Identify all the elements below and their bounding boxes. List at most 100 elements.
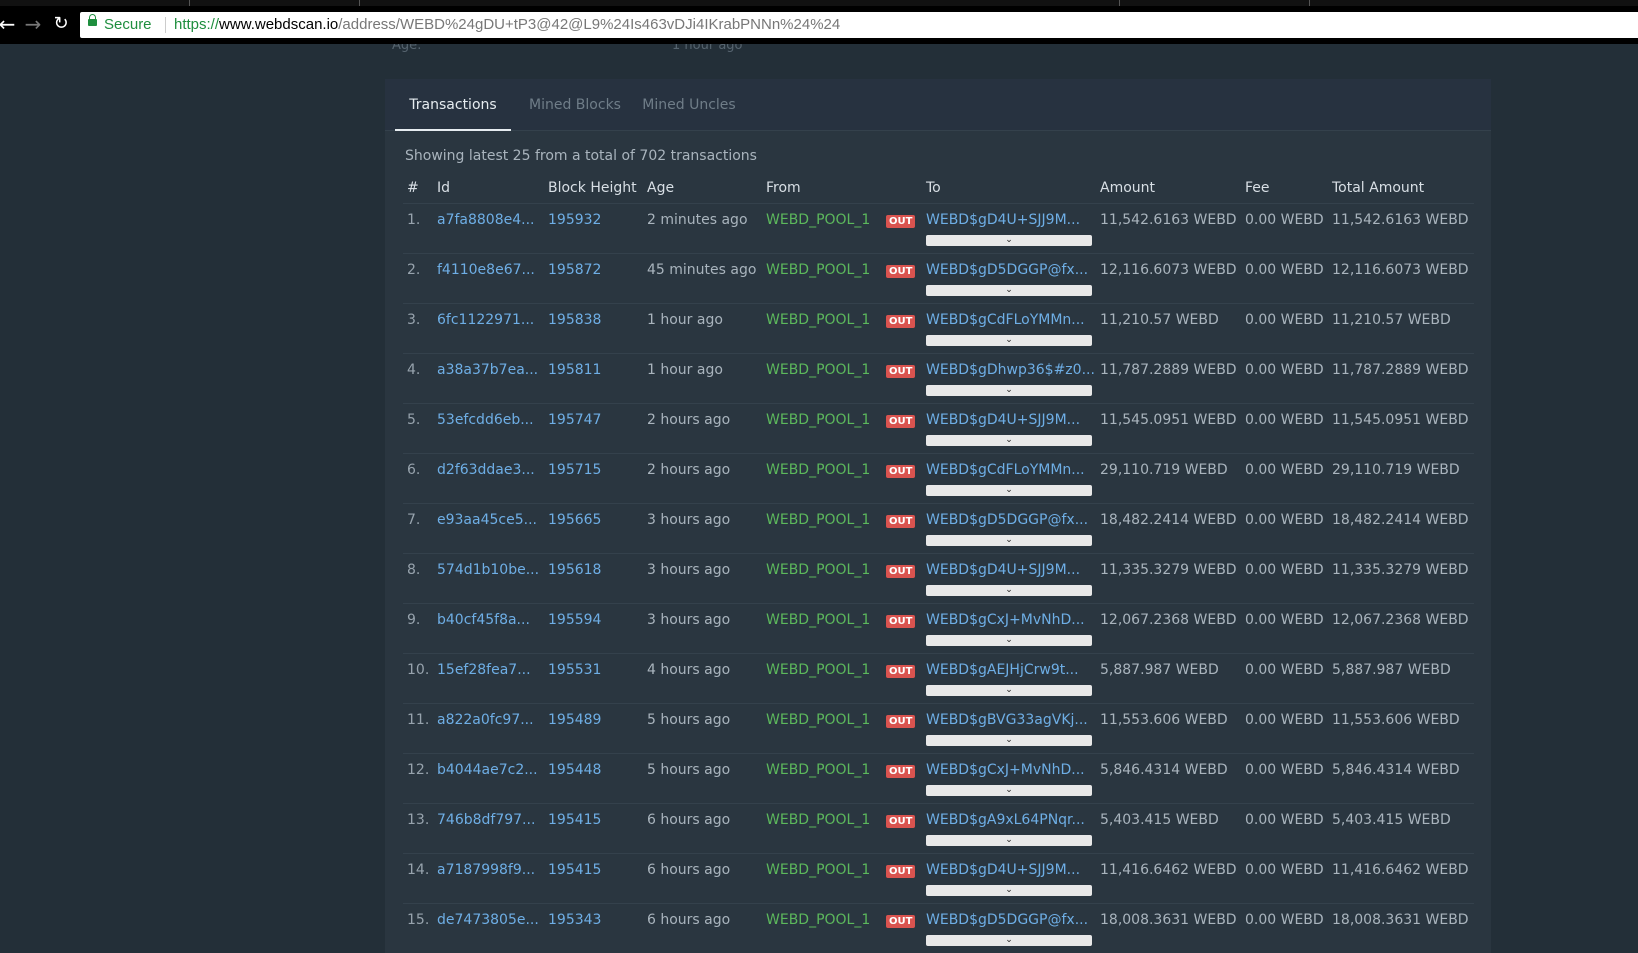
to-address-link[interactable]: WEBD$gD4U+SJJ9M...: [926, 212, 1080, 228]
transaction-id-link[interactable]: a7187998f9...: [437, 862, 535, 878]
from-address[interactable]: WEBD_POOL_1: [766, 262, 870, 278]
chevron-down-icon: ⌄: [1005, 834, 1013, 845]
transaction-id-link[interactable]: 746b8df797...: [437, 812, 535, 828]
forward-arrow-icon[interactable]: →: [22, 12, 44, 36]
from-address[interactable]: WEBD_POOL_1: [766, 462, 870, 478]
table-header-row: # Id Block Height Age From To Amount Fee…: [403, 173, 1474, 204]
block-height-link[interactable]: 195415: [548, 812, 601, 828]
to-address-link[interactable]: WEBD$gD4U+SJJ9M...: [926, 562, 1080, 578]
to-address-link[interactable]: WEBD$gD5DGGP@fx...: [926, 512, 1088, 528]
transaction-id-link[interactable]: 574d1b10be...: [437, 562, 539, 578]
to-address-link[interactable]: WEBD$gA9xL64PNqr...: [926, 812, 1085, 828]
transaction-id-link[interactable]: a38a37b7ea...: [437, 362, 538, 378]
to-address-link[interactable]: WEBD$gD5DGGP@fx...: [926, 912, 1088, 928]
expand-recipients-button[interactable]: ⌄: [926, 534, 1092, 546]
table-row: 9. b40cf45f8a... 195594 3 hours ago WEBD_POO…: [403, 603, 1474, 654]
expand-recipients-button[interactable]: ⌄: [926, 334, 1092, 346]
block-height-link[interactable]: 195747: [548, 412, 601, 428]
from-address[interactable]: WEBD_POOL_1: [766, 662, 870, 678]
transaction-id-link[interactable]: e93aa45ce5...: [437, 512, 537, 528]
to-address-link[interactable]: WEBD$gCxJ+MvNhD...: [926, 612, 1085, 628]
from-address[interactable]: WEBD_POOL_1: [766, 412, 870, 428]
to-address-link[interactable]: WEBD$gD4U+SJJ9M...: [926, 412, 1080, 428]
from-address[interactable]: WEBD_POOL_1: [766, 912, 870, 928]
tab-mined-uncles[interactable]: Mined Uncles: [639, 79, 739, 131]
block-height-link[interactable]: 195531: [548, 662, 601, 678]
block-height-link[interactable]: 195715: [548, 462, 601, 478]
expand-recipients-button[interactable]: ⌄: [926, 884, 1092, 896]
block-height-link[interactable]: 195415: [548, 862, 601, 878]
amount: 12,067.2368 WEBD: [1096, 603, 1241, 654]
from-address[interactable]: WEBD_POOL_1: [766, 862, 870, 878]
from-address[interactable]: WEBD_POOL_1: [766, 212, 870, 228]
block-height-link[interactable]: 195489: [548, 712, 601, 728]
reload-icon[interactable]: ↻: [50, 12, 72, 36]
from-address[interactable]: WEBD_POOL_1: [766, 312, 870, 328]
row-index: 4.: [403, 353, 433, 404]
transaction-id-link[interactable]: a822a0fc97...: [437, 712, 534, 728]
block-height-link[interactable]: 195811: [548, 362, 601, 378]
from-address[interactable]: WEBD_POOL_1: [766, 362, 870, 378]
transaction-id-link[interactable]: b40cf45f8a...: [437, 612, 530, 628]
transaction-id-link[interactable]: a7fa8808e4...: [437, 212, 535, 228]
block-height-link[interactable]: 195343: [548, 912, 601, 928]
block-height-link[interactable]: 195838: [548, 312, 601, 328]
expand-recipients-button[interactable]: ⌄: [926, 834, 1092, 846]
expand-recipients-button[interactable]: ⌄: [926, 784, 1092, 796]
block-height-link[interactable]: 195872: [548, 262, 601, 278]
table-row: 2. f4110e8e67... 195872 45 minutes ago WEBD_…: [403, 253, 1474, 304]
tab-transactions[interactable]: Transactions: [395, 79, 511, 131]
from-address[interactable]: WEBD_POOL_1: [766, 512, 870, 528]
row-index: 15.: [403, 903, 433, 953]
chevron-down-icon: ⌄: [1005, 784, 1013, 795]
expand-recipients-button[interactable]: ⌄: [926, 434, 1092, 446]
to-address-link[interactable]: WEBD$gBVG33agVKj...: [926, 712, 1088, 728]
expand-recipients-button[interactable]: ⌄: [926, 384, 1092, 396]
to-address-link[interactable]: WEBD$gAEJHjCrw9t...: [926, 662, 1079, 678]
transaction-id-link[interactable]: 53efcdd6eb...: [437, 412, 534, 428]
expand-recipients-button[interactable]: ⌄: [926, 734, 1092, 746]
to-address-link[interactable]: WEBD$gD4U+SJJ9M...: [926, 862, 1080, 878]
address-bar[interactable]: Secure https://www.webdscan.io/address/W…: [80, 12, 1638, 38]
url-path: /address/WEBD%24gDU+tP3@42@L9%24Is463vDJ…: [338, 16, 841, 33]
from-address[interactable]: WEBD_POOL_1: [766, 762, 870, 778]
transaction-id-link[interactable]: f4110e8e67...: [437, 262, 535, 278]
transaction-age: 4 hours ago: [643, 653, 762, 704]
block-height-link[interactable]: 195594: [548, 612, 601, 628]
from-address[interactable]: WEBD_POOL_1: [766, 562, 870, 578]
chevron-down-icon: ⌄: [1005, 734, 1013, 745]
transaction-id-link[interactable]: 6fc1122971...: [437, 312, 534, 328]
expand-recipients-button[interactable]: ⌄: [926, 284, 1092, 296]
out-badge: OUT: [886, 714, 916, 728]
expand-recipients-button[interactable]: ⌄: [926, 634, 1092, 646]
to-address-link[interactable]: WEBD$gD5DGGP@fx...: [926, 262, 1088, 278]
lock-icon: [88, 14, 97, 26]
block-height-link[interactable]: 195448: [548, 762, 601, 778]
to-address-link[interactable]: WEBD$gDhwp36$#z0...: [926, 362, 1095, 378]
row-index: 13.: [403, 803, 433, 854]
to-address-link[interactable]: WEBD$gCdFLoYMMn...: [926, 312, 1085, 328]
expand-recipients-button[interactable]: ⌄: [926, 584, 1092, 596]
transaction-age: 2 hours ago: [643, 403, 762, 454]
back-arrow-icon[interactable]: ←: [0, 12, 18, 36]
expand-recipients-button[interactable]: ⌄: [926, 234, 1092, 246]
expand-recipients-button[interactable]: ⌄: [926, 684, 1092, 696]
transaction-id-link[interactable]: d2f63ddae3...: [437, 462, 535, 478]
to-address-link[interactable]: WEBD$gCxJ+MvNhD...: [926, 762, 1085, 778]
from-address[interactable]: WEBD_POOL_1: [766, 812, 870, 828]
expand-recipients-button[interactable]: ⌄: [926, 484, 1092, 496]
block-height-link[interactable]: 195618: [548, 562, 601, 578]
row-index: 8.: [403, 553, 433, 604]
block-height-link[interactable]: 195932: [548, 212, 601, 228]
transaction-id-link[interactable]: 15ef28fea7...: [437, 662, 531, 678]
from-address[interactable]: WEBD_POOL_1: [766, 612, 870, 628]
transaction-id-link[interactable]: de7473805e...: [437, 912, 539, 928]
transaction-id-link[interactable]: b4044ae7c2...: [437, 762, 538, 778]
from-address[interactable]: WEBD_POOL_1: [766, 712, 870, 728]
tab-mined-blocks[interactable]: Mined Blocks: [525, 79, 625, 131]
expand-recipients-button[interactable]: ⌄: [926, 934, 1092, 946]
block-height-link[interactable]: 195665: [548, 512, 601, 528]
fee: 0.00 WEBD: [1241, 803, 1328, 854]
to-address-link[interactable]: WEBD$gCdFLoYMMn...: [926, 462, 1085, 478]
amount: 12,116.6073 WEBD: [1096, 253, 1241, 304]
